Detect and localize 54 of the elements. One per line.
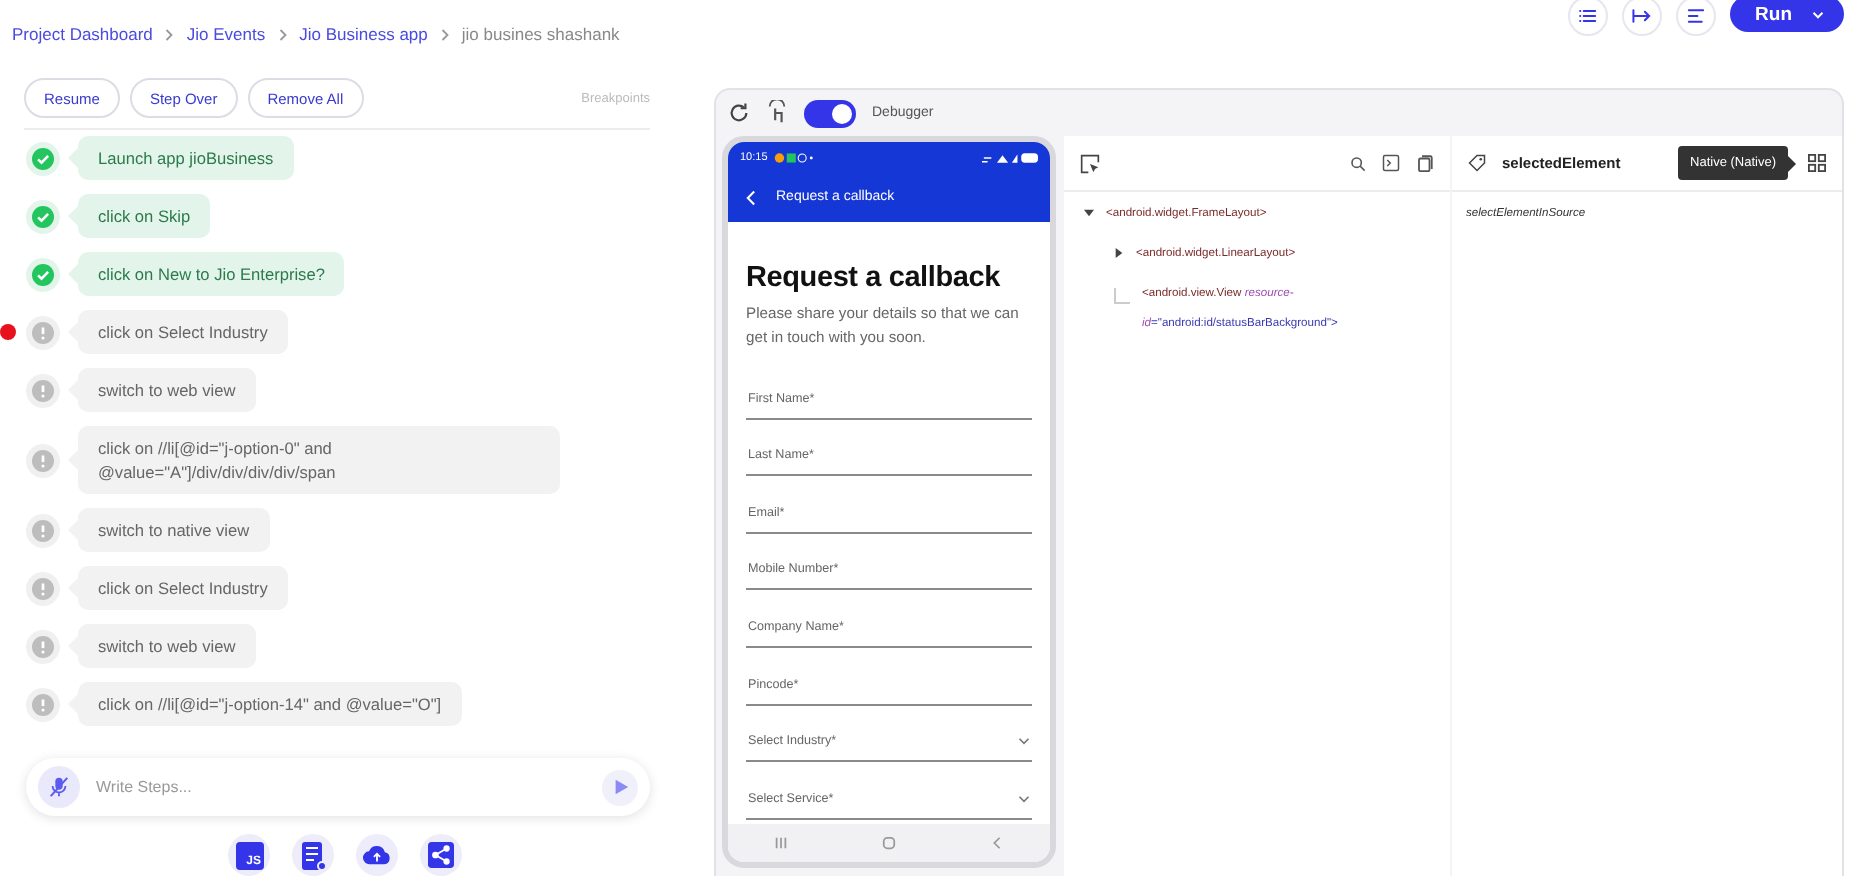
tool-button[interactable] [356,834,398,876]
chevron-down-icon [1018,793,1030,804]
tree-connector-line [1114,288,1130,304]
caret-icon [1812,9,1824,19]
step-message: switch to web view [68,368,256,412]
tool-button[interactable] [420,834,462,876]
caret-right-icon[interactable] [1114,248,1124,258]
cloud-upload-icon [362,844,392,866]
send-button[interactable] [602,769,638,806]
list-button[interactable] [1567,0,1608,36]
mic-off-icon[interactable] [48,776,70,799]
select-element-icon[interactable] [1080,153,1100,173]
breadcrumb-link[interactable]: Jio Events [186,24,266,44]
back-icon[interactable] [746,189,756,205]
step-message: click on Select Industry [68,566,288,610]
tag-icon [1468,154,1486,172]
step-message: Launch app jioBusiness [68,136,294,180]
step-message: switch to native view [68,508,270,552]
breadcrumb-current: jio busines shashank [461,24,620,44]
align-left-icon[interactable] [1685,6,1706,26]
chevron-down-icon [1018,736,1030,747]
chevron-right-icon [164,27,175,41]
merge-button[interactable] [1621,0,1662,36]
align-left-button[interactable] [1675,0,1716,36]
grid-icon[interactable] [1808,154,1826,172]
debugger-toggle[interactable] [804,99,856,127]
status-icons-drawing [982,151,1038,163]
step-message: click on Skip [68,194,211,238]
checklist-icon [301,841,325,869]
step-message: click on //li[@id="j-option-0" and @value="A"]/div/div/div/div/span [68,426,560,494]
search-icon[interactable] [1350,155,1366,171]
page-heading: Request a callback [746,262,1002,294]
step-message: switch to web view [68,624,256,668]
step-message: click on New to Jio Enterprise? [68,252,345,296]
caret-down-icon[interactable] [1084,208,1094,218]
chevron-right-icon [277,27,288,41]
play-icon[interactable] [611,778,629,797]
terminal-icon[interactable] [1382,154,1400,172]
step-input-field[interactable]: Write Steps... [92,776,590,799]
step-message: click on //li[@id="j-option-14" and @value="O"] [68,682,462,726]
share-icon [428,842,454,868]
arrow-right-icon[interactable] [1631,6,1652,26]
breakpoint-dot[interactable] [0,324,16,340]
copy-icon[interactable] [1416,154,1434,172]
touch-gesture-icon[interactable] [766,100,788,126]
breadcrumb-link[interactable]: Jio Business app [299,24,428,44]
chevron-right-icon [439,27,450,41]
tool-button[interactable] [292,834,334,876]
refresh-icon[interactable] [728,102,750,124]
list-icon[interactable] [1577,6,1598,26]
step-message: click on Select Industry [68,310,288,354]
run-button[interactable]: Run [1729,0,1844,32]
notification-icons-drawing [773,151,814,163]
breadcrumb-link[interactable]: Project Dashboard [12,24,153,44]
